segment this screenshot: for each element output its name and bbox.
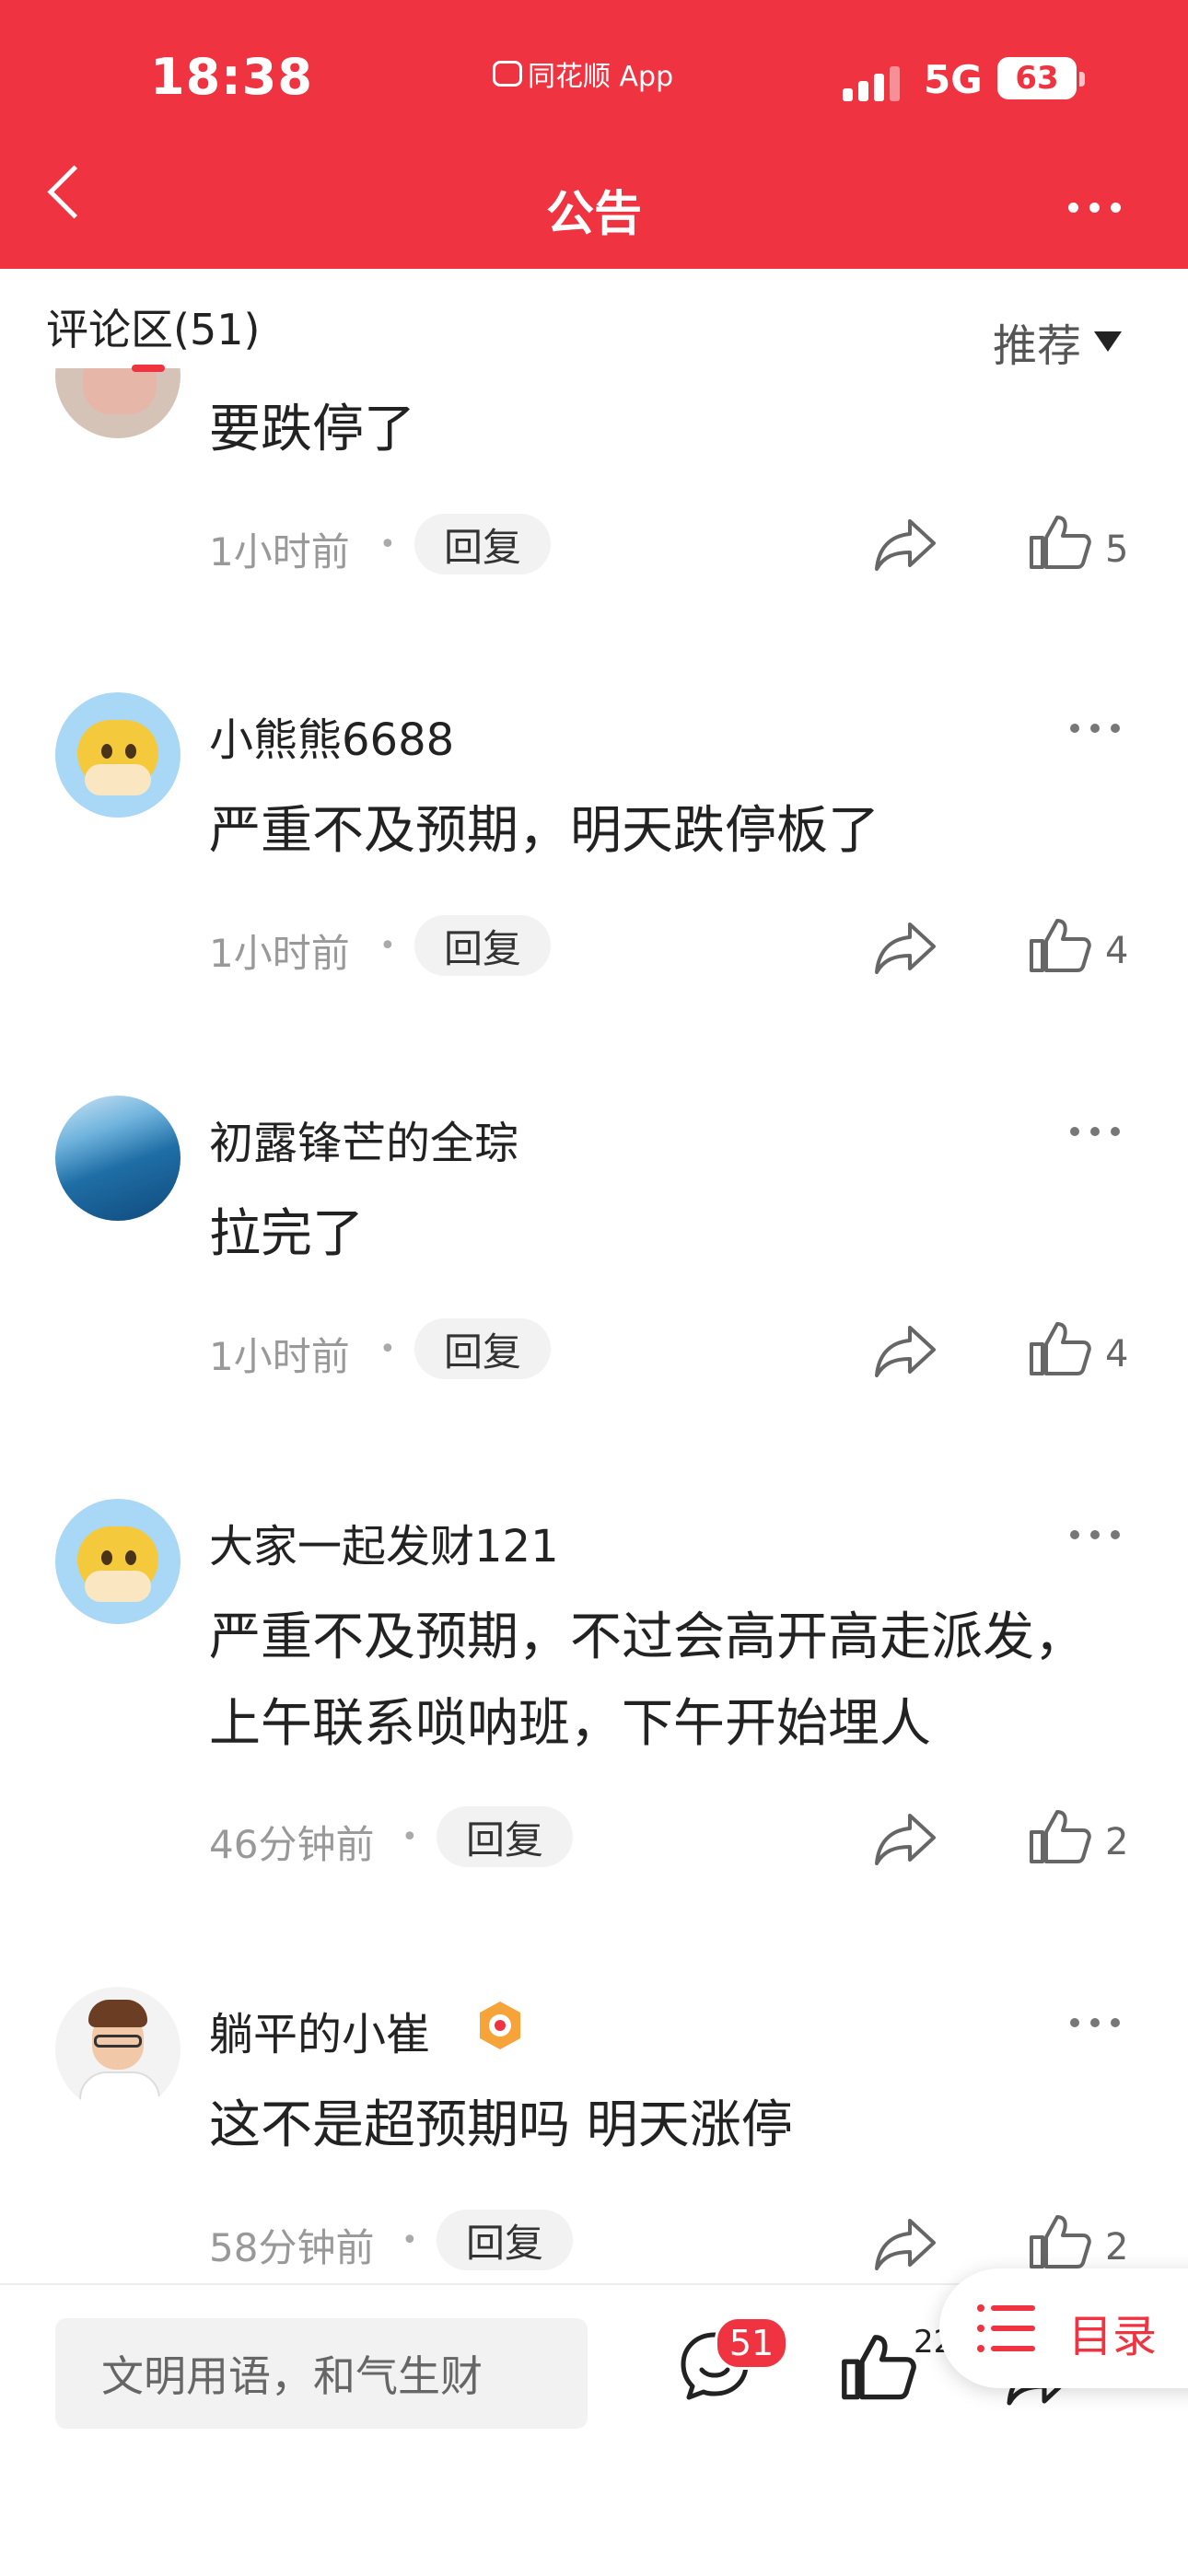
share-icon[interactable] [873,917,939,976]
caret-down-icon [1094,331,1123,352]
app-logo-icon [493,61,522,87]
thumbs-up-icon[interactable] [840,2329,917,2403]
avatar[interactable] [55,1096,181,1221]
comment-time: 1小时前 [209,1334,350,1379]
username[interactable]: 躺平的小崔 [209,1998,430,2062]
more-icon[interactable] [1068,189,1133,226]
comment-time: 1小时前 [209,931,350,976]
comment-text: 这不是超预期吗 明天涨停 [209,2095,793,2155]
separator-dot: • [402,2224,418,2257]
comment-text: 严重不及预期，明天跌停板了 [209,801,879,861]
comment-time: 1小时前 [209,529,350,574]
battery-tip [1079,72,1085,87]
share-icon[interactable] [873,1320,939,1379]
more-icon[interactable] [1070,2009,1129,2036]
page-title: 公告 [545,187,642,242]
username[interactable]: 初露锋芒的全琮 [209,1107,518,1171]
avatar[interactable] [55,1987,181,2112]
comment-time: 58分钟前 [209,2225,375,2270]
like-count: 4 [1105,930,1129,972]
separator-dot: • [379,528,396,561]
separator-dot: • [402,1821,418,1853]
reply-button[interactable]: 回复 [414,915,552,976]
battery-icon: 63 [997,57,1077,99]
more-icon[interactable] [1070,1521,1129,1549]
signal-icon [843,64,900,101]
status-app-label: 同花顺 App [493,53,673,94]
avatar[interactable] [55,692,181,818]
sort-dropdown[interactable]: 推荐 [993,309,1123,374]
comment-count-badge: 51 [715,2316,788,2370]
share-icon[interactable] [873,514,939,573]
user-badge-icon [480,2002,520,2049]
like-count: 2 [1105,1821,1129,1863]
network-type: 5G [924,57,983,102]
reply-button[interactable]: 回复 [437,1806,574,1867]
reply-button[interactable]: 回复 [414,514,552,574]
app-header: 18:38 同花顺 App 5G 63 公告 [0,0,1188,269]
comment-text: 拉完了 [209,1204,364,1264]
more-icon[interactable] [1070,1118,1129,1145]
like-count: 4 [1105,1333,1129,1375]
like-count: 2 [1105,2226,1129,2269]
status-time: 18:38 [150,48,313,106]
separator-dot: • [379,930,396,962]
app-label-text: 同花顺 App [528,61,674,93]
comments-header: 评论区(51) 推荐 [0,269,1188,372]
username[interactable]: 小熊熊6688 [209,703,454,768]
thumbs-up-icon[interactable] [1028,915,1092,974]
separator-dot: • [379,1333,396,1365]
reply-button[interactable]: 回复 [437,2210,574,2270]
like-count: 5 [1105,528,1129,571]
thumbs-up-icon[interactable] [1028,2211,1092,2270]
comment-input-placeholder: 文明用语，和气生财 [101,2351,483,2401]
comment-input[interactable]: 文明用语，和气生财 [55,2318,588,2429]
avatar[interactable] [55,1499,181,1624]
sort-label: 推荐 [993,320,1082,372]
comment-text: 要跌停了 [209,400,415,459]
list-icon [977,2304,1035,2352]
thumbs-up-icon[interactable] [1028,1318,1092,1377]
thumbs-up-icon[interactable] [1028,1806,1092,1865]
comments-title[interactable]: 评论区(51) [46,296,260,357]
toc-label: 目录 [1068,2311,1158,2362]
comment-text: 严重不及预期，不过会高开高走派发，上午联系唢呐班，下午开始埋人 [209,1607,1086,1754]
thumbs-up-icon[interactable] [1028,512,1092,571]
comment-time: 46分钟前 [209,1822,375,1867]
share-icon[interactable] [873,2213,939,2272]
share-icon[interactable] [873,1808,939,1867]
username[interactable]: 大家一起发财121 [209,1510,559,1574]
tab-underline [132,365,165,372]
toc-button[interactable]: 目录 [939,2269,1188,2388]
more-icon[interactable] [1070,714,1129,742]
reply-button[interactable]: 回复 [414,1318,552,1379]
